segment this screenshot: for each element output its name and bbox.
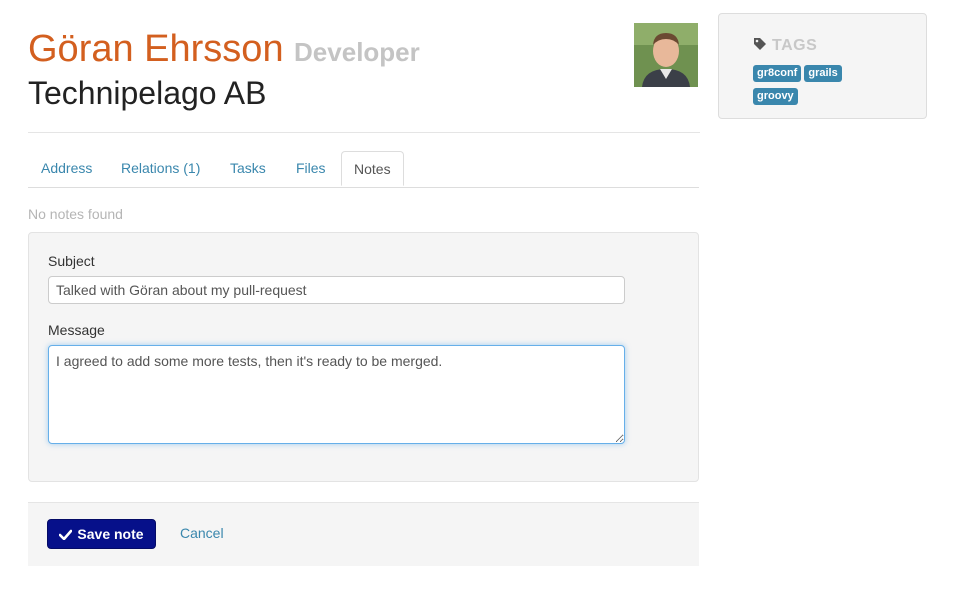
tag-item[interactable]: grails [804,65,842,82]
person-photo-icon [634,23,698,87]
avatar [634,23,698,87]
tags-heading: TAGS [753,37,817,55]
tab-address[interactable]: Address [41,151,92,186]
contact-header: Göran Ehrsson Developer Technipelago AB [28,26,700,133]
note-form: Subject Message I agreed to add some mor… [28,232,699,482]
checkmark-icon [59,527,73,541]
tab-notes[interactable]: Notes [341,151,404,186]
tags-icon [753,37,767,51]
tab-tasks[interactable]: Tasks [230,151,266,186]
save-note-button[interactable]: Save note [47,519,156,549]
tab-bar: Address Relations (1) Tasks Files Notes [28,151,699,188]
contact-title: Göran Ehrsson Developer [28,28,420,71]
cancel-link[interactable]: Cancel [180,525,224,541]
save-note-label: Save note [77,526,144,542]
tag-item[interactable]: groovy [753,88,798,105]
form-actions: Save note Cancel [28,502,699,566]
no-notes-message: No notes found [28,206,123,222]
subject-label: Subject [48,253,95,269]
contact-company: Technipelago AB [28,75,267,111]
contact-role: Developer [294,37,420,67]
tags-panel: TAGS gr8conf grails groovy [718,13,927,119]
tag-item[interactable]: gr8conf [753,65,802,82]
tab-files[interactable]: Files [296,151,326,186]
contact-name: Göran Ehrsson [28,28,284,70]
tag-list: gr8conf grails groovy [753,63,873,109]
tab-relations[interactable]: Relations (1) [121,151,200,186]
tags-title: TAGS [772,37,818,54]
message-label: Message [48,322,105,338]
subject-input[interactable] [48,276,625,304]
message-textarea[interactable]: I agreed to add some more tests, then it… [48,345,625,444]
